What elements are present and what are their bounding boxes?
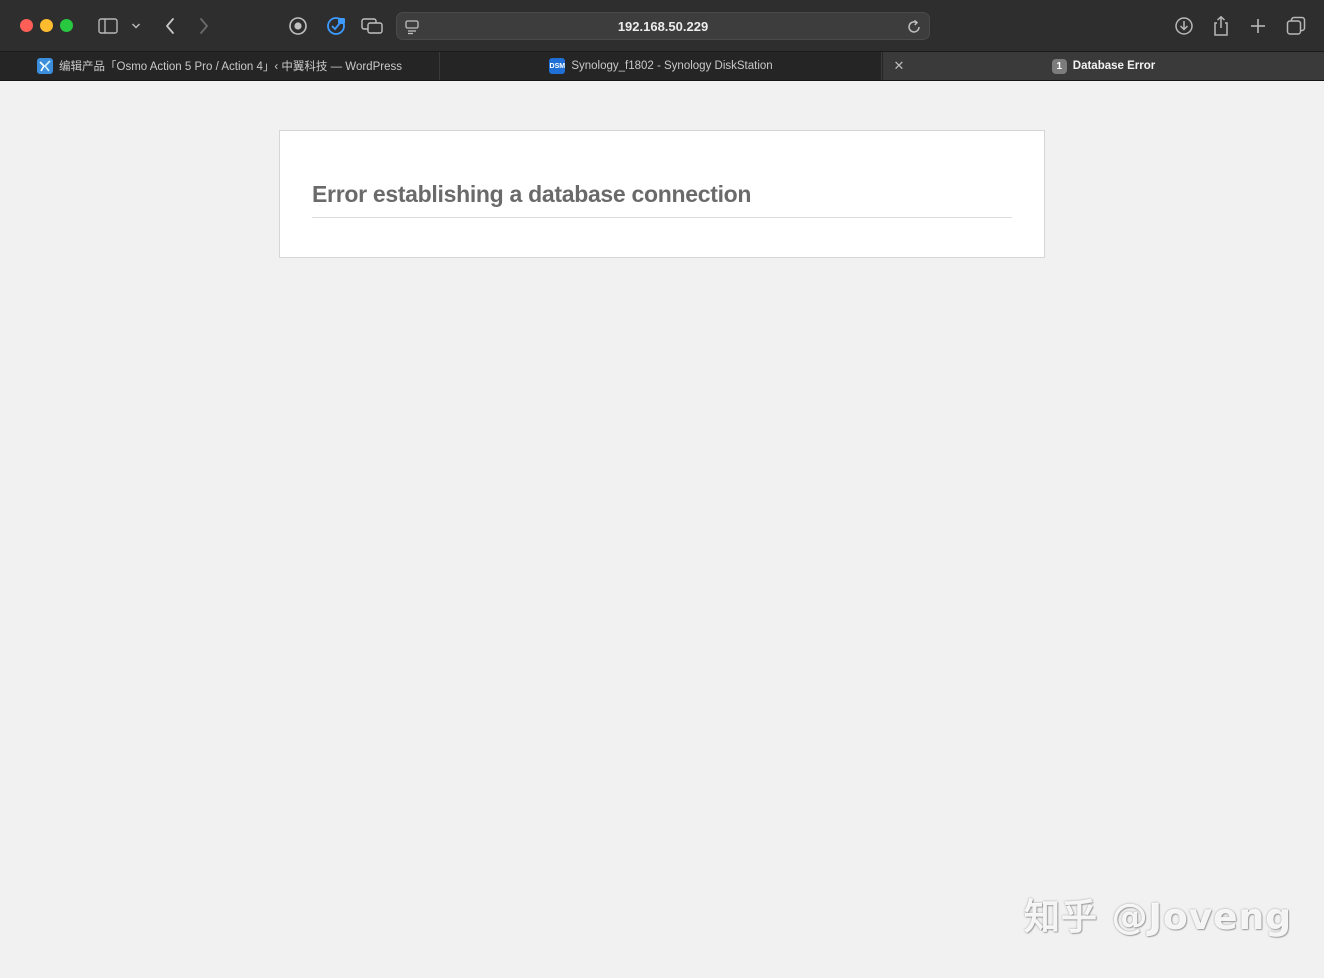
minimize-window-button[interactable] (40, 19, 53, 32)
new-tab-icon[interactable] (1246, 14, 1270, 38)
browser-toolbar: 192.168.50.229 (0, 0, 1324, 52)
chevron-down-icon[interactable] (126, 14, 146, 38)
dsm-icon: DSM (549, 58, 566, 74)
share-icon[interactable] (1209, 14, 1233, 38)
address-url[interactable]: 192.168.50.229 (397, 13, 929, 41)
tab-wordpress[interactable]: 编辑产品「Osmo Action 5 Pro / Action 4」‹ 中翼科技… (0, 52, 440, 80)
back-icon[interactable] (158, 14, 182, 38)
watermark: 知乎 @Joveng (1024, 897, 1292, 938)
close-window-button[interactable] (20, 19, 33, 32)
download-icon[interactable] (1172, 14, 1196, 38)
tab-bar: 编辑产品「Osmo Action 5 Pro / Action 4」‹ 中翼科技… (0, 52, 1324, 81)
extension-icon[interactable] (324, 14, 348, 38)
tab-badge: 1 (1051, 58, 1067, 74)
record-icon[interactable] (286, 14, 310, 38)
wordpress-site-icon (37, 58, 54, 74)
address-bar[interactable]: 192.168.50.229 (396, 12, 930, 40)
tabs-icon[interactable] (1284, 14, 1308, 38)
tab-database-error[interactable]: ✕ 1 Database Error (883, 52, 1324, 80)
tab-label: Database Error (1072, 60, 1156, 72)
sidebar-icon[interactable] (96, 14, 120, 38)
tab-label: 编辑产品「Osmo Action 5 Pro / Action 4」‹ 中翼科技… (59, 61, 402, 73)
reload-icon[interactable] (905, 18, 923, 36)
tab-label: Synology_f1802 - Synology DiskStation (571, 60, 773, 72)
forward-icon[interactable] (192, 14, 216, 38)
close-icon[interactable]: ✕ (891, 58, 907, 74)
tab-overview-icon[interactable] (360, 14, 384, 38)
error-message: Error establishing a database connection (312, 181, 1012, 218)
tab-synology[interactable]: DSM Synology_f1802 - Synology DiskStatio… (441, 52, 882, 80)
error-card: Error establishing a database connection (279, 130, 1045, 258)
zoom-window-button[interactable] (60, 19, 73, 32)
